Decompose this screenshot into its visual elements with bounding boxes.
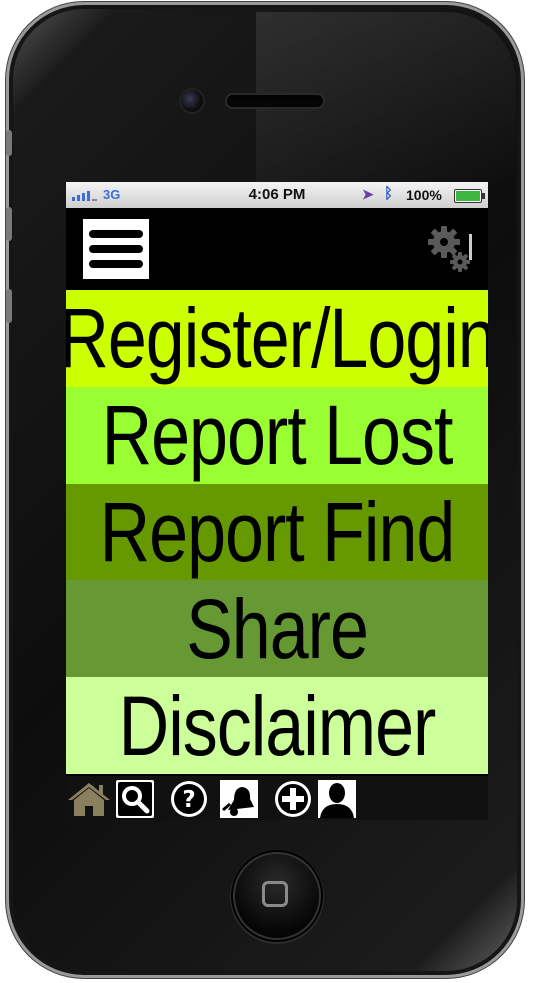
status-bar: 3G 4:06 PM ➤ ᛒ 100% (66, 182, 488, 208)
menu-item-label: Report Lost (101, 388, 454, 482)
help-icon[interactable]: ? (170, 780, 208, 818)
menu-item-report-lost[interactable]: Report Lost (66, 386, 488, 484)
bluetooth-icon: ᛒ (384, 185, 394, 202)
menu-item-label: Share (186, 581, 369, 676)
screen: 3G 4:06 PM ➤ ᛒ 100% Register/Login Repor… (66, 182, 488, 820)
phone-frame: 3G 4:06 PM ➤ ᛒ 100% Register/Login Repor… (6, 2, 524, 978)
menu-item-report-find[interactable]: Report Find (66, 483, 488, 581)
add-icon[interactable] (274, 780, 312, 818)
menu-item-disclaimer[interactable]: Disclaimer (66, 677, 488, 774)
mute-switch (6, 130, 12, 156)
home-icon[interactable] (66, 780, 112, 818)
menu-item-label: Register/Login (66, 291, 488, 386)
header-divider (469, 234, 472, 260)
front-camera (181, 90, 203, 112)
menu-item-label: Disclaimer (118, 678, 437, 773)
volume-up-button (6, 207, 12, 241)
home-button[interactable] (233, 852, 321, 940)
search-icon[interactable] (116, 780, 154, 818)
notification-bell-icon[interactable] (220, 780, 258, 818)
menu-item-label: Report Find (99, 485, 456, 579)
main-menu: Register/Login Report Lost Report Find S… (66, 290, 488, 774)
menu-item-share[interactable]: Share (66, 580, 488, 678)
location-arrow-icon: ➤ (362, 186, 374, 202)
bottom-toolbar: ? (66, 776, 488, 820)
profile-icon[interactable] (318, 780, 356, 818)
svg-text:?: ? (182, 787, 195, 813)
battery-level (456, 191, 480, 201)
volume-down-button (6, 289, 12, 323)
battery-icon (454, 189, 485, 203)
earpiece-speaker (227, 95, 323, 107)
menu-item-register-login[interactable]: Register/Login (66, 290, 488, 387)
home-button-square (262, 881, 288, 907)
gear-icon[interactable] (422, 220, 474, 276)
battery-percentage: 100% (406, 187, 442, 203)
hamburger-menu-icon[interactable] (83, 219, 149, 279)
